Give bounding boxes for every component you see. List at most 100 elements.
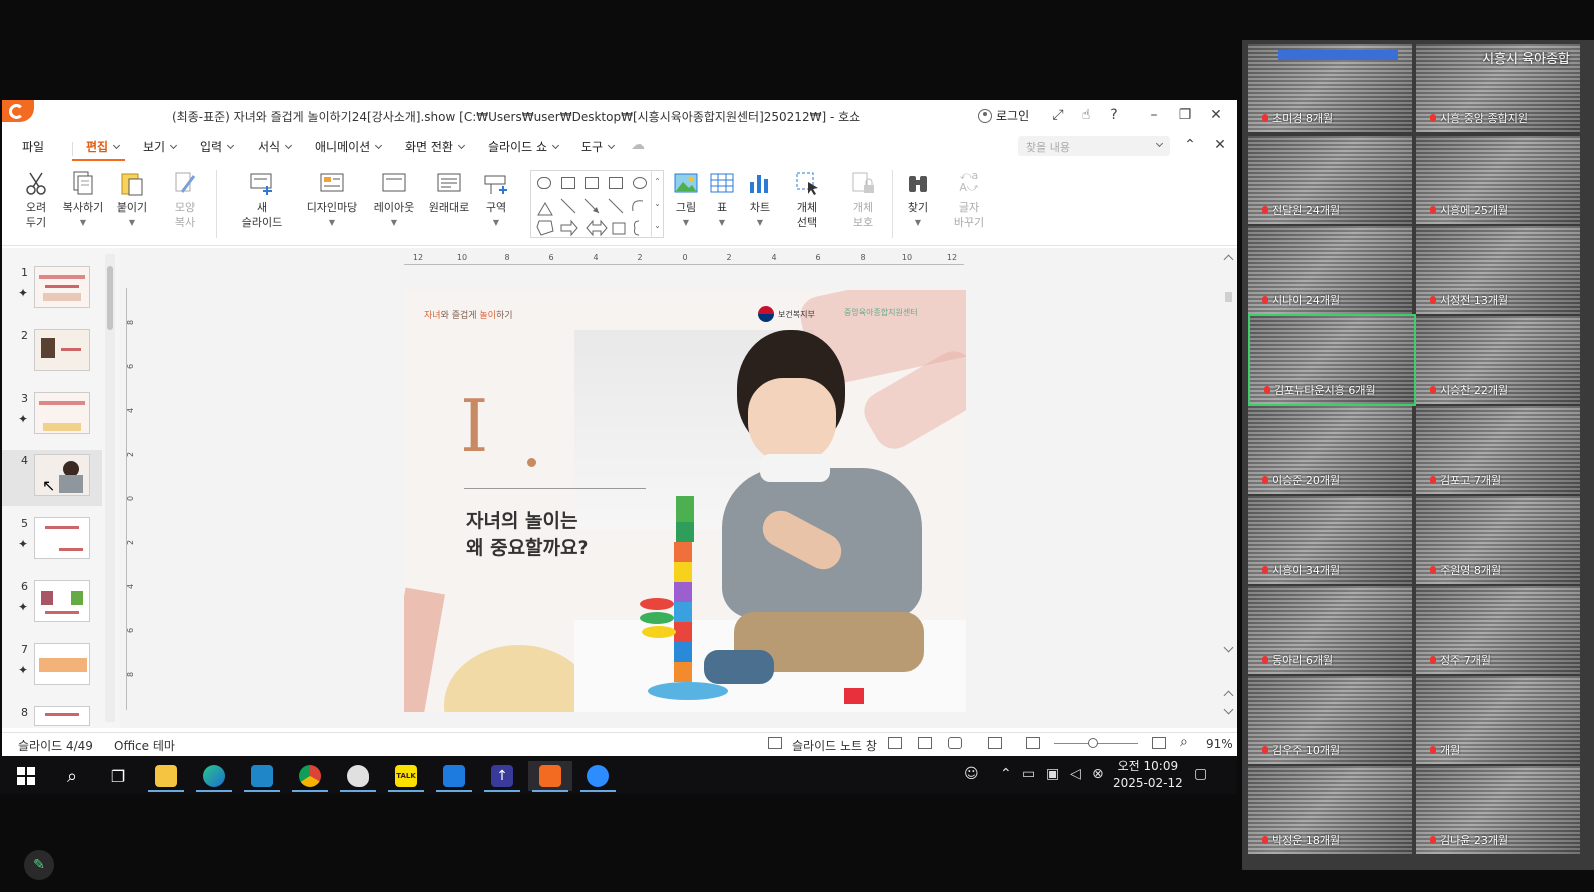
- chrome-icon[interactable]: [288, 761, 332, 792]
- video-tile[interactable]: 이승준 20개월: [1248, 406, 1412, 494]
- collapse-ribbon-icon[interactable]: ⌃: [1180, 135, 1200, 155]
- hancom-show-logo[interactable]: [2, 100, 34, 122]
- slide-thumbnail-6[interactable]: 6 ✦: [2, 576, 102, 632]
- help-icon[interactable]: ?: [1104, 105, 1124, 125]
- table-button[interactable]: 표 ▼: [708, 170, 736, 230]
- close-icon[interactable]: ✕: [1206, 105, 1226, 125]
- app-store-icon[interactable]: [240, 761, 284, 792]
- menu-transition[interactable]: 화면 전환: [405, 138, 466, 155]
- chevron-down-icon[interactable]: [1155, 139, 1164, 148]
- paste-button[interactable]: 붙이기 ▼: [112, 170, 152, 230]
- menu-insert[interactable]: 입력: [200, 138, 235, 155]
- notes-icon[interactable]: [768, 737, 782, 749]
- battery-icon[interactable]: ▭: [1022, 766, 1035, 782]
- kakaotalk-icon[interactable]: TALK: [384, 761, 428, 792]
- previous-slide-icon[interactable]: [1223, 690, 1234, 701]
- section-button[interactable]: 구역 ▼: [480, 170, 512, 230]
- menu-edit[interactable]: 편집: [71, 138, 126, 161]
- shape-gallery-scroll[interactable]: ⌃ ⌄ ⌄: [651, 171, 663, 237]
- rectangle-shape-icon[interactable]: [609, 177, 623, 189]
- picture-button[interactable]: 그림 ▼: [670, 170, 702, 230]
- menu-slideshow[interactable]: 슬라이드 쇼: [488, 138, 560, 155]
- video-tile[interactable]: 시승찬 22개월: [1416, 316, 1580, 404]
- video-tile[interactable]: 전달원 24개월: [1248, 136, 1412, 224]
- textbox-shape-icon[interactable]: [561, 177, 575, 189]
- fullscreen-icon[interactable]: ⤢: [1048, 105, 1068, 125]
- start-icon[interactable]: [4, 761, 48, 791]
- new-slide-button[interactable]: 새 슬라이드: [234, 170, 290, 230]
- full-page-icon[interactable]: [1152, 737, 1166, 749]
- scroll-thumb[interactable]: [1225, 292, 1232, 302]
- share-icon[interactable]: ☁: [628, 135, 648, 155]
- cut-button[interactable]: 오려 두기: [20, 170, 52, 230]
- video-tile[interactable]: 동아리 6개월: [1248, 586, 1412, 674]
- protect-object-button[interactable]: 개체 보호: [842, 170, 884, 230]
- find-button[interactable]: 찾기 ▼: [902, 170, 934, 230]
- menu-tools[interactable]: 도구: [581, 138, 616, 155]
- zoom-icon[interactable]: ⌕: [1180, 734, 1188, 750]
- fit-slide-icon[interactable]: [1026, 737, 1040, 749]
- ellipse-shape-icon[interactable]: [633, 177, 647, 189]
- edge-icon[interactable]: [192, 761, 236, 792]
- network-icon[interactable]: ▣: [1046, 766, 1059, 782]
- image-shape-icon[interactable]: [585, 177, 599, 189]
- reset-button[interactable]: 원래대로: [424, 170, 474, 215]
- video-tile[interactable]: 시나이 24개월: [1248, 226, 1412, 314]
- zoom-slider[interactable]: [1054, 738, 1138, 748]
- callout-shape-icon[interactable]: [537, 177, 551, 189]
- slide-sorter-icon[interactable]: [918, 737, 932, 749]
- video-tile[interactable]: 김나윤 23개월: [1416, 766, 1580, 854]
- video-tile-active-speaker[interactable]: 김포뉴타운시흥 6개월: [1248, 314, 1416, 406]
- video-tile[interactable]: 개월: [1416, 676, 1580, 764]
- replace-font-button[interactable]: ⤺a A⤻ 글자 바꾸기: [944, 170, 994, 230]
- minimize-icon[interactable]: –: [1144, 105, 1164, 125]
- slide-scrollbar[interactable]: [1222, 248, 1235, 720]
- copy-button[interactable]: 복사하기 ▼: [58, 170, 108, 230]
- menu-format[interactable]: 서식: [258, 138, 293, 155]
- design-button[interactable]: 디자인마당 ▼: [302, 170, 362, 230]
- paint-icon[interactable]: [336, 761, 380, 792]
- close-search-icon[interactable]: ✕: [1210, 135, 1230, 155]
- slide-thumbnail-3[interactable]: 3 ✦: [2, 388, 102, 444]
- video-tile[interactable]: 정주 7개월: [1416, 586, 1580, 674]
- thumbnail-scrollbar[interactable]: [105, 254, 115, 722]
- mute-icon[interactable]: ⊗: [1092, 766, 1104, 782]
- slide-thumbnail-4[interactable]: 4 ↖: [2, 450, 102, 506]
- slide-thumbnail-1[interactable]: 1 ✦: [2, 262, 102, 318]
- people-icon[interactable]: ☺: [964, 766, 979, 782]
- video-tile[interactable]: 시흥시 육아종합 시흥 중앙 종합지원: [1416, 44, 1580, 132]
- slide-thumbnail-2[interactable]: 2: [2, 325, 102, 381]
- video-tile[interactable]: 김포고 7개월: [1416, 406, 1580, 494]
- hand-icon[interactable]: ☝: [1076, 105, 1096, 125]
- video-tile[interactable]: 주원영 8개월: [1416, 496, 1580, 584]
- login-button[interactable]: 로그인: [978, 107, 1029, 124]
- slideshow-view-icon[interactable]: [948, 737, 962, 749]
- annotate-pen-icon[interactable]: ✎: [24, 850, 54, 880]
- scroll-thumb[interactable]: [107, 266, 113, 330]
- video-tile[interactable]: 시흥에 25개월: [1416, 136, 1580, 224]
- search-input[interactable]: 찾을 내용: [1018, 136, 1170, 156]
- clock[interactable]: 오전 10:09 2025-02-12: [1113, 758, 1183, 792]
- zoom-level[interactable]: 91%: [1206, 737, 1233, 751]
- zoom-slider-knob[interactable]: [1088, 738, 1098, 748]
- layout-button[interactable]: 레이아웃 ▼: [368, 170, 420, 230]
- scroll-down-icon[interactable]: [1223, 642, 1234, 653]
- slide-thumbnail-5[interactable]: 5 ✦: [2, 513, 102, 569]
- menu-file[interactable]: 파일: [22, 138, 44, 155]
- scroll-up-icon[interactable]: [1223, 254, 1234, 265]
- video-tile[interactable]: 김우주 10개월: [1248, 676, 1412, 764]
- select-object-button[interactable]: 개체 선택: [786, 170, 828, 230]
- fit-window-icon[interactable]: [988, 737, 1002, 749]
- shape-lines-icon[interactable]: [535, 197, 661, 237]
- normal-view-icon[interactable]: [888, 737, 902, 749]
- notes-pane-toggle[interactable]: 슬라이드 노트 창: [792, 737, 877, 754]
- task-view-icon[interactable]: ❐: [96, 761, 140, 791]
- file-explorer-icon[interactable]: [144, 761, 188, 792]
- chevron-up-icon[interactable]: ⌃: [1000, 766, 1012, 782]
- maximize-icon[interactable]: ❐: [1175, 105, 1195, 125]
- notification-icon[interactable]: ▢: [1194, 766, 1207, 782]
- video-tile[interactable]: 초미경 8개월: [1248, 44, 1412, 132]
- upload-app-icon[interactable]: ↑: [480, 761, 524, 792]
- media-player-icon[interactable]: [432, 761, 476, 792]
- chart-button[interactable]: 차트 ▼: [744, 170, 776, 230]
